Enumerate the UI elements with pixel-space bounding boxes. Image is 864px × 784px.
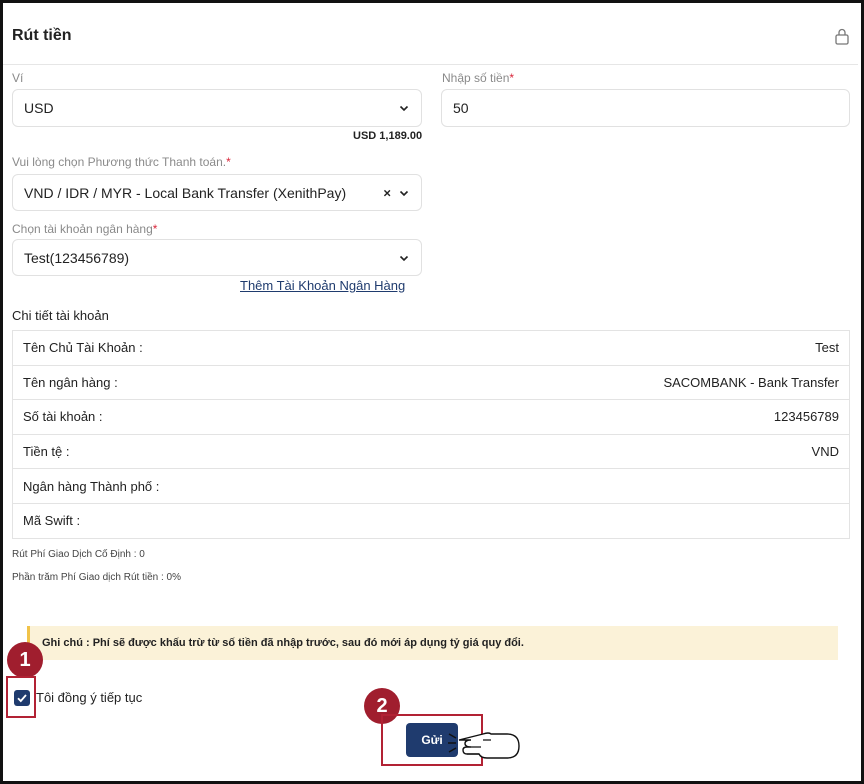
step-1-badge: 1: [7, 642, 43, 678]
agree-highlight: [6, 676, 36, 718]
chevron-down-icon: [399, 105, 409, 112]
agree-checkbox[interactable]: [14, 690, 30, 706]
wallet-balance: USD 1,189.00: [353, 130, 423, 142]
detail-key: Ngân hàng Thành phố :: [11, 468, 385, 504]
bank-account-label: Chọn tài khoản ngân hàng*: [12, 222, 158, 236]
detail-key: Mã Swift :: [11, 502, 385, 539]
lock-icon[interactable]: [834, 27, 850, 45]
detail-value: VND: [384, 433, 850, 470]
note-banner: Ghi chú : Phí sẽ được khấu trừ từ số tiề…: [27, 626, 838, 660]
chevron-down-icon: [399, 190, 409, 196]
page-header: Rút tiền: [3, 3, 858, 65]
payment-method-select[interactable]: VND / IDR / MYR - Local Bank Transfer (X…: [12, 174, 422, 211]
detail-value: Test: [384, 330, 850, 366]
detail-value: [384, 502, 850, 539]
detail-value: 123456789: [384, 399, 850, 435]
detail-key: Tiền tệ :: [11, 433, 385, 470]
payment-method-label: Vui lòng chọn Phương thức Thanh toán.*: [12, 155, 231, 169]
fixed-fee-text: Rút Phí Giao Dịch Cố Định : 0: [12, 549, 145, 560]
bank-account-select[interactable]: Test(123456789): [12, 239, 422, 276]
table-row: Số tài khoản :123456789: [11, 399, 850, 435]
detail-value: [384, 468, 850, 504]
payment-method-value: VND / IDR / MYR - Local Bank Transfer (X…: [24, 184, 347, 201]
table-row: Ngân hàng Thành phố :: [11, 468, 850, 504]
note-text: Ghi chú : Phí sẽ được khấu trừ từ số tiề…: [42, 637, 524, 649]
detail-key: Tên Chủ Tài Khoản :: [11, 330, 385, 366]
account-details-title: Chi tiết tài khoản: [12, 308, 109, 323]
pointing-hand-icon: [448, 732, 520, 759]
detail-key: Tên ngân hàng :: [11, 364, 385, 401]
amount-label: Nhập số tiền*: [442, 71, 515, 85]
percent-fee-text: Phần trăm Phí Giao dịch Rút tiền : 0%: [12, 572, 181, 583]
detail-value: SACOMBANK - Bank Transfer: [384, 364, 850, 401]
checkmark-icon: [17, 694, 27, 703]
account-details-table: Tên Chủ Tài Khoản : Test Tên ngân hàng :S…: [11, 330, 850, 539]
table-row: Mã Swift :: [11, 502, 850, 539]
wallet-label: Ví: [12, 71, 24, 85]
amount-input[interactable]: 50: [441, 89, 850, 127]
bank-account-value: Test(123456789): [24, 249, 130, 266]
detail-key: Số tài khoản :: [11, 399, 385, 435]
chevron-down-icon: [399, 255, 409, 261]
page-title: Rút tiền: [12, 27, 72, 44]
clear-icon[interactable]: ×: [383, 185, 391, 200]
table-row: Tên ngân hàng : SACOMBANK - Bank Transfer: [11, 364, 850, 401]
table-row: Tiền tệ : VND: [11, 433, 850, 470]
agree-label[interactable]: Tôi đồng ý tiếp tục: [36, 690, 142, 705]
table-row: Tên Chủ Tài Khoản : Test: [11, 330, 850, 366]
add-bank-account-link[interactable]: Thêm Tài Khoản Ngân Hàng: [240, 278, 405, 293]
wallet-value: USD: [24, 100, 54, 116]
amount-value: 50: [453, 100, 469, 116]
wallet-select[interactable]: USD: [12, 89, 422, 127]
